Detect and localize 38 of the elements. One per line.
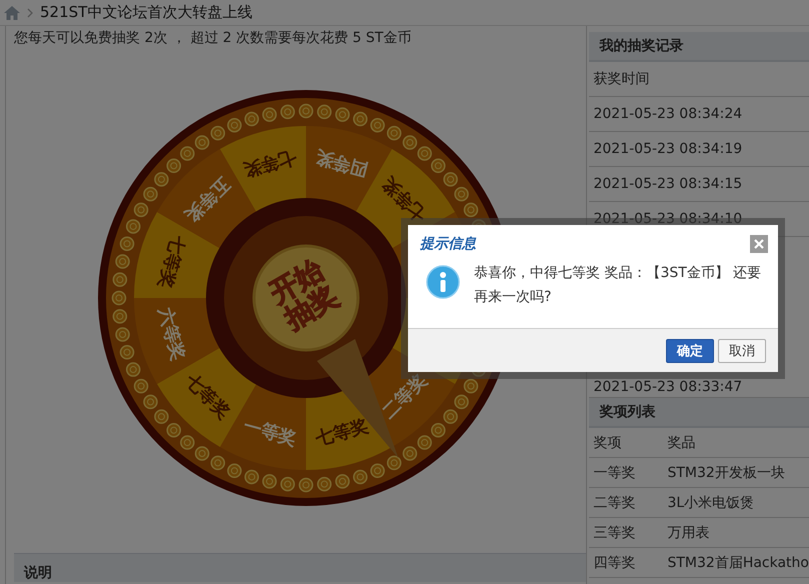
table-cell: 万用表 <box>667 524 710 542</box>
page-title: 521ST中文论坛首次大转盘上线 <box>40 3 252 22</box>
home-icon[interactable] <box>4 6 20 20</box>
prize-label: 七等奖 <box>180 370 234 424</box>
column-header: 奖品 <box>667 434 696 452</box>
prize-label: 七等奖 <box>313 416 371 450</box>
table-cell-text: 一等奖 <box>593 464 636 482</box>
column-header: 奖项 <box>593 434 622 452</box>
info-icon <box>426 265 460 299</box>
table-cell-text: 四等奖 <box>593 554 636 572</box>
close-button[interactable] <box>750 235 768 253</box>
prize-label: 一等奖 <box>241 416 299 450</box>
table-cell: 3L小米电饭煲 <box>667 494 754 512</box>
close-icon <box>754 239 764 249</box>
table-cell-text: 三等奖 <box>593 524 636 542</box>
cancel-button[interactable]: 取消 <box>718 338 766 362</box>
prize-label: 七等奖 <box>241 146 299 180</box>
prize-label: 五等奖 <box>180 172 234 226</box>
dialog-message: 恭喜你，中得七等奖 奖品：【3ST金币】 还要再来一次吗? <box>474 264 762 307</box>
table-cell: 2021-05-23 08:34:24 <box>589 97 809 132</box>
confirm-button[interactable]: 确定 <box>666 338 714 362</box>
table-cell: STM32首届Hackatho <box>667 554 809 572</box>
table-cell-text: 二等奖 <box>593 494 636 512</box>
notes-title: 说明 <box>24 564 52 582</box>
records-header: 我的抽奖记录 <box>589 32 809 62</box>
table-cell: 2021-05-23 08:34:19 <box>589 132 809 167</box>
dialog-title: 提示信息 <box>420 235 476 253</box>
chevron-icon <box>26 8 34 18</box>
prizes-header: 奖项列表 <box>589 398 809 428</box>
notice-text: 您每天可以免费抽奖 2次 ， 超过 2 次数需要每次花费 5 ST金币 <box>13 29 412 48</box>
table-cell: STM32开发板一块 <box>667 464 785 482</box>
prize-label: 四等奖 <box>313 146 371 180</box>
prize-label: 六等奖 <box>154 305 188 363</box>
prize-label: 二等奖 <box>378 370 432 424</box>
prize-label: 七等奖 <box>378 172 432 226</box>
column-header: 获奖时间 <box>589 62 809 97</box>
table-cell: 2021-05-23 08:34:15 <box>589 167 809 202</box>
prize-label: 七等奖 <box>154 233 188 291</box>
